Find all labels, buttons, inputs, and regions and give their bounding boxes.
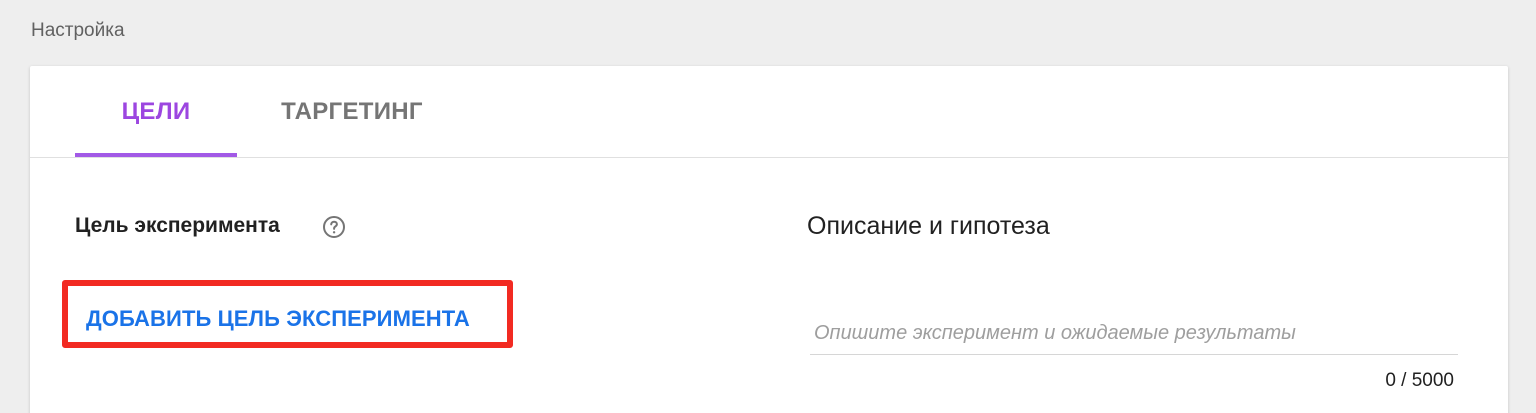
description-heading: Описание и гипотеза (807, 212, 1050, 240)
tab-bar: ЦЕЛИ ТАРГЕТИНГ (30, 66, 1508, 158)
settings-card: ЦЕЛИ ТАРГЕТИНГ Цель эксперимента ДОБАВИТ… (30, 66, 1508, 413)
character-counter: 0 / 5000 (1385, 370, 1454, 391)
experiment-goal-label: Цель эксперимента (75, 214, 280, 237)
settings-page: Настройка ЦЕЛИ ТАРГЕТИНГ Цель эксперимен… (0, 0, 1536, 413)
active-tab-indicator (75, 153, 237, 157)
section-title: Настройка (31, 20, 125, 41)
tab-goals[interactable]: ЦЕЛИ (75, 66, 237, 157)
help-icon[interactable] (322, 215, 346, 239)
tab-targeting[interactable]: ТАРГЕТИНГ (237, 66, 467, 157)
description-input[interactable] (810, 313, 1458, 355)
add-experiment-goal-button[interactable]: ДОБАВИТЬ ЦЕЛЬ ЭКСПЕРИМЕНТА (86, 306, 470, 332)
